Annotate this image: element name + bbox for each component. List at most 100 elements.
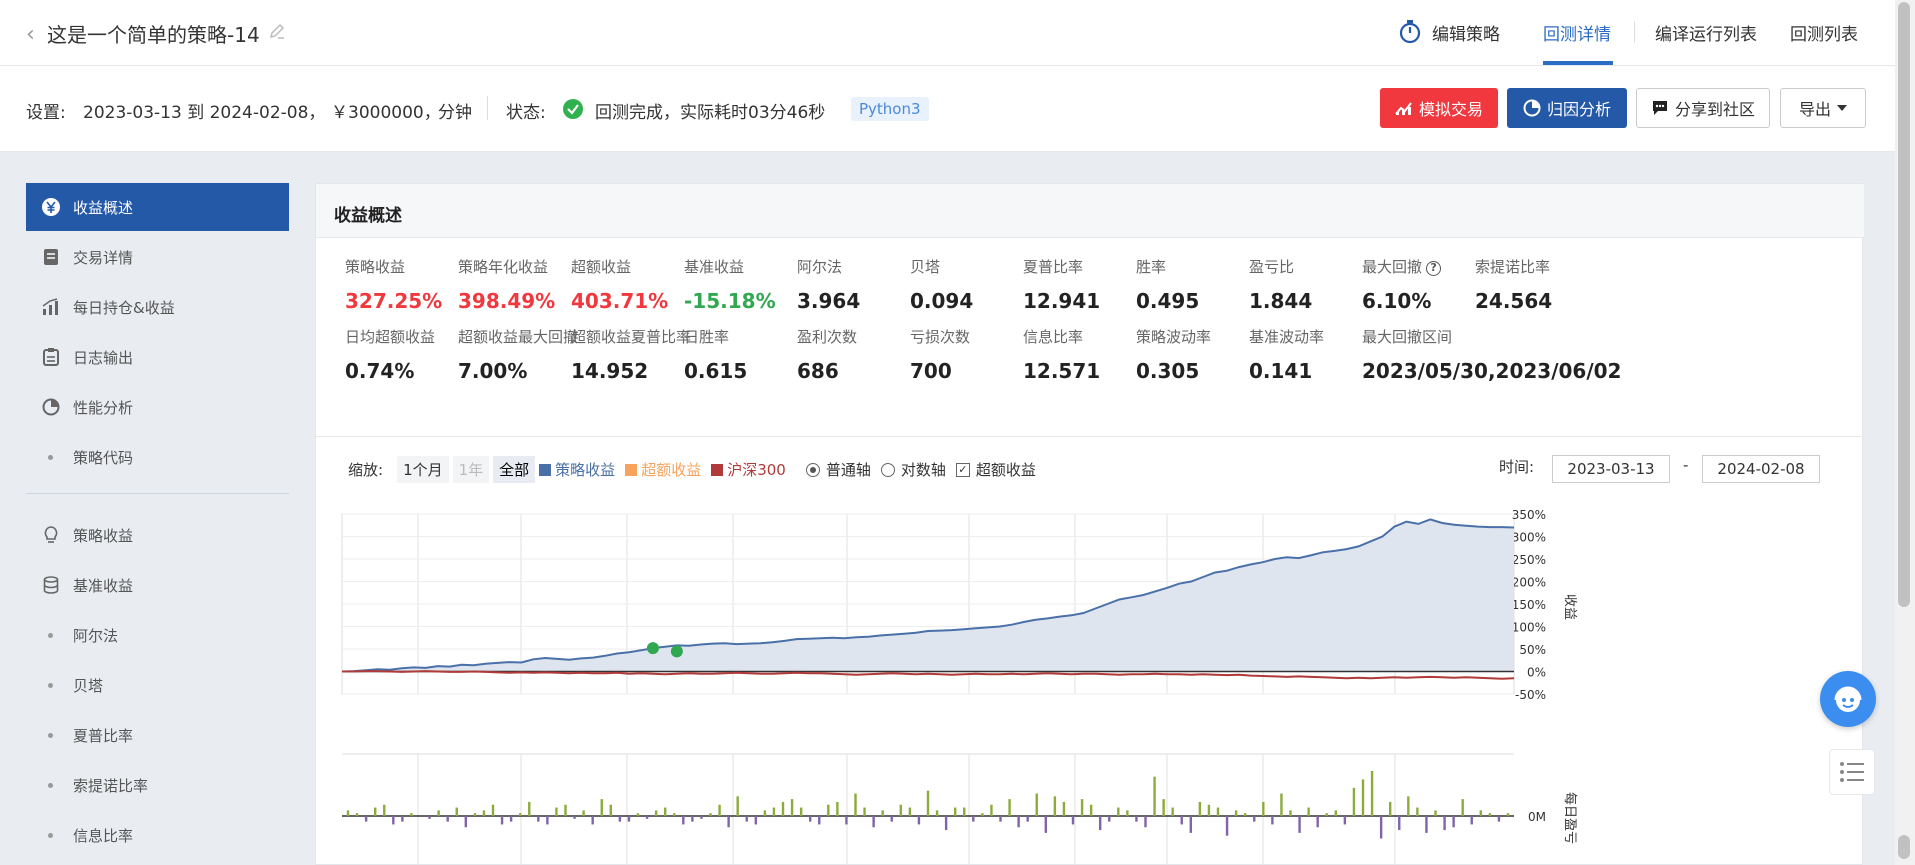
nav-compile-list[interactable]: 编译运行列表	[1655, 20, 1757, 45]
settings-date-range: 2023-03-13 到 2024-02-08，	[83, 103, 326, 123]
y-axis-label: 每日盈亏	[1562, 792, 1578, 844]
scrollbar-thumb-bottom[interactable]	[1898, 835, 1910, 859]
pnl-bar	[1470, 816, 1473, 825]
pnl-bar	[1370, 771, 1374, 816]
y-tick-label: 100%	[1512, 621, 1546, 635]
date-from-input[interactable]: 2023-03-13	[1552, 455, 1670, 483]
card-header: 收益概述	[316, 184, 1864, 238]
pnl-bar	[691, 816, 694, 822]
excess-checkbox[interactable]: ✓ 超额收益	[955, 459, 1036, 480]
pnl-bar	[1271, 816, 1274, 825]
y-tick-label: 200%	[1512, 576, 1546, 590]
pnl-bar	[1289, 810, 1292, 816]
sidebar-item-strategy-return[interactable]: 策略收益	[26, 511, 289, 559]
pnl-bar	[790, 799, 794, 816]
simulate-trade-button[interactable]: 模拟交易	[1380, 88, 1498, 128]
pencil-icon[interactable]	[268, 22, 286, 44]
strategy-title: 这是一个简单的策略-14	[47, 23, 260, 47]
pnl-bar	[1153, 776, 1156, 816]
metric-value: 2023/05/30,2023/06/02	[1362, 359, 1622, 383]
returns-chart[interactable]: 350% 300% 250% 200% 150% 100% 50% 0% -50% 收益 0M 每日盈…	[316, 494, 1864, 864]
pnl-bar	[1189, 816, 1193, 833]
catalog-button[interactable]	[1829, 749, 1875, 795]
pnl-bar	[1443, 816, 1446, 831]
check-circle-icon	[563, 99, 583, 123]
legend-excess[interactable]: 超额收益	[625, 459, 701, 480]
legend-swatch	[539, 463, 552, 476]
sidebar-item-label: 每日持仓&收益	[73, 298, 175, 317]
legend-label: 超额收益	[641, 461, 702, 479]
pnl-bar	[464, 816, 468, 828]
normal-axis-label: 普通轴	[825, 461, 871, 479]
pnl-bar	[364, 816, 368, 822]
pnl-bar	[401, 816, 404, 822]
help-circle-icon[interactable]: ?	[1426, 261, 1442, 276]
bullet-icon	[48, 632, 53, 638]
legend-strategy[interactable]: 策略收益	[539, 459, 615, 480]
pnl-bar	[1316, 816, 1319, 828]
sidebar-item-daily-holdings[interactable]: 每日持仓&收益	[26, 283, 289, 331]
pnl-bar	[627, 816, 631, 822]
normal-axis-radio[interactable]: 普通轴	[805, 459, 871, 480]
pnl-bar	[1089, 804, 1093, 816]
sidebar-item-label: 收益概述	[73, 198, 134, 217]
pnl-bar	[1352, 787, 1356, 816]
zoom-1-month-button[interactable]: 1个月	[397, 456, 449, 483]
sidebar-item-beta[interactable]: 贝塔	[26, 661, 289, 709]
pnl-bar	[654, 810, 658, 816]
pnl-bar	[963, 807, 966, 816]
chart-toolbar: 缩放: 1个月 1年 全部 策略收益 超额收益 沪深300 普通轴 对数轴 ✓ 超…	[348, 456, 1046, 483]
sidebar-item-performance[interactable]: 性能分析	[26, 383, 289, 431]
nav-edit-strategy[interactable]: 编辑策略	[1432, 20, 1500, 45]
customer-service-button[interactable]	[1820, 671, 1876, 727]
pnl-bar	[863, 807, 866, 816]
pnl-bar	[727, 816, 730, 828]
pnl-bar	[709, 813, 712, 816]
pnl-bar	[346, 810, 350, 816]
sidebar-item-information-ratio[interactable]: 信息比率	[26, 811, 289, 859]
pnl-bar	[1108, 816, 1111, 822]
pnl-bar	[564, 804, 567, 816]
export-dropdown[interactable]: 导出	[1780, 88, 1866, 128]
share-community-button[interactable]: 分享到社区	[1636, 88, 1770, 128]
zoom-1-year-button[interactable]: 1年	[452, 456, 490, 483]
pnl-bar	[582, 810, 585, 816]
scrollbar-thumb[interactable]	[1898, 2, 1910, 607]
zoom-label: 缩放:	[348, 461, 384, 479]
sidebar-item-trade-detail[interactable]: 交易详情	[26, 233, 289, 281]
pnl-bar	[999, 816, 1002, 822]
sidebar-item-label: 策略代码	[73, 448, 134, 467]
settings-capital: ￥3000000，	[331, 103, 441, 123]
database-icon	[42, 576, 60, 594]
pnl-bar	[1307, 807, 1310, 816]
back-icon[interactable]: ‹	[26, 22, 35, 47]
legend-hs300[interactable]: 沪深300	[711, 459, 786, 480]
pnl-bar	[1126, 810, 1129, 816]
card-divider	[316, 436, 1864, 437]
sidebar-item-strategy-code[interactable]: 策略代码	[26, 433, 289, 481]
pnl-bar	[1062, 801, 1066, 816]
sidebar-item-benchmark-return[interactable]: 基准收益	[26, 561, 289, 609]
sidebar-item-overview[interactable]: 收益概述	[26, 183, 289, 231]
status-text: 回测完成，实际耗时03分46秒	[595, 103, 826, 123]
pnl-bar	[845, 816, 848, 825]
pnl-bar	[1388, 801, 1392, 816]
sidebar-item-label: 交易详情	[73, 248, 134, 267]
zoom-all-button[interactable]: 全部	[493, 456, 536, 483]
pnl-bar	[1207, 804, 1211, 816]
sidebar-item-sortino[interactable]: 索提诺比率	[26, 761, 289, 809]
pnl-bar	[1053, 796, 1057, 816]
date-to-input[interactable]: 2024-02-08	[1702, 455, 1820, 483]
pnl-bar	[663, 807, 667, 816]
attribution-analysis-button[interactable]: 归因分析	[1507, 88, 1627, 128]
pnl-bar	[1407, 796, 1410, 816]
bar-chart-icon	[42, 298, 60, 316]
nav-backtest-list[interactable]: 回测列表	[1790, 20, 1858, 45]
nav-backtest-detail[interactable]: 回测详情	[1543, 20, 1611, 45]
log-axis-radio[interactable]: 对数轴	[880, 459, 946, 480]
sidebar-item-log-output[interactable]: 日志输出	[26, 333, 289, 381]
sidebar-item-sharpe[interactable]: 夏普比率	[26, 711, 289, 759]
metric-label: 最大回撤区间	[1362, 328, 1453, 346]
sidebar-item-alpha[interactable]: 阿尔法	[26, 611, 289, 659]
pnl-bar	[528, 801, 531, 816]
